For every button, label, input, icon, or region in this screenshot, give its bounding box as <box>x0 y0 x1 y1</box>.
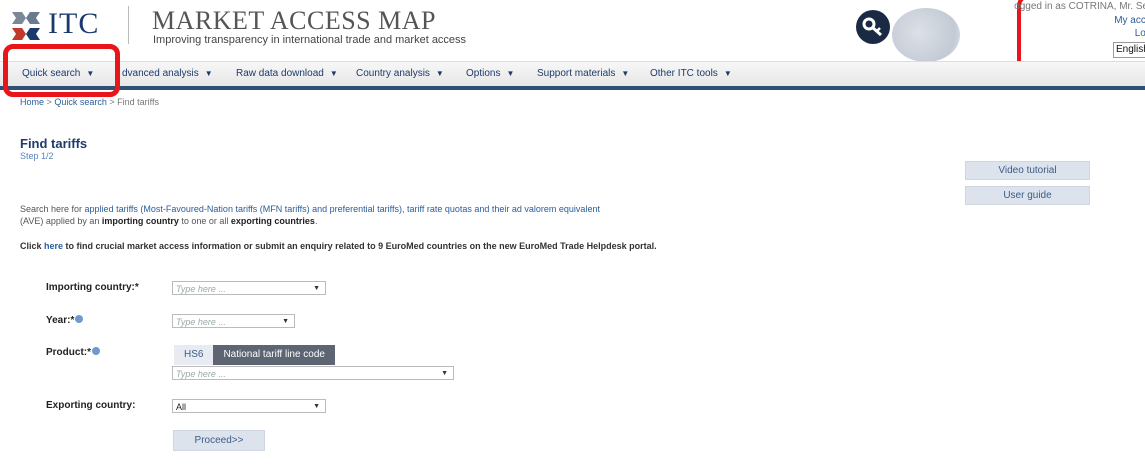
importing-country-label: Importing country:* <box>46 282 139 293</box>
description-text: to one or all <box>178 216 231 226</box>
exporting-country-value: All <box>176 402 187 412</box>
chevron-down-icon: ▼ <box>329 69 338 78</box>
euromed-here-link[interactable]: here <box>44 241 63 251</box>
chevron-down-icon: ▼ <box>506 69 515 78</box>
app-title[interactable]: MARKET ACCESS MAP <box>152 6 436 36</box>
year-placeholder: Type here ... <box>176 317 226 327</box>
itc-logo-text[interactable]: ITC <box>48 7 99 41</box>
nav-country-analysis[interactable]: Country analysis ▼ <box>356 68 444 79</box>
language-select[interactable]: English <box>1113 42 1145 58</box>
nav-divider <box>0 86 1145 90</box>
product-label-text: Product:* <box>46 347 91 358</box>
logout-link[interactable]: Logo <box>1135 28 1145 39</box>
nav-advanced-analysis[interactable]: dvanced analysis ▼ <box>122 68 213 79</box>
nav-support-materials[interactable]: Support materials ▼ <box>537 68 629 79</box>
year-label-text: Year:* <box>46 315 75 326</box>
chevron-down-icon: ▼ <box>723 69 732 78</box>
chevron-down-icon[interactable]: ▼ <box>313 400 320 414</box>
chevron-down-icon: ▼ <box>204 69 213 78</box>
logo-divider <box>128 6 129 44</box>
breadcrumb-current: Find tariffs <box>117 97 159 107</box>
help-icon[interactable] <box>75 315 84 323</box>
nav-raw-data-download[interactable]: Raw data download ▼ <box>236 68 338 79</box>
exporting-country-select[interactable]: All ▼ <box>172 399 326 413</box>
chevron-down-icon[interactable]: ▼ <box>441 367 448 381</box>
page-title: Find tariffs <box>20 136 88 151</box>
step-indicator: Step 1/2 <box>20 151 54 161</box>
description-bold: exporting countries <box>230 216 315 226</box>
breadcrumb-home[interactable]: Home <box>20 97 44 107</box>
key-icon[interactable] <box>856 10 890 44</box>
key-glyph-icon <box>862 17 882 37</box>
importing-country-placeholder: Type here ... <box>176 284 226 294</box>
globe-watermark-icon <box>892 8 960 62</box>
chevron-down-icon: ▼ <box>621 69 630 78</box>
description: Search here for applied tariffs (Most-Fa… <box>20 203 640 227</box>
chevron-down-icon: ▼ <box>435 69 444 78</box>
description-text: (AVE) applied by an <box>20 216 102 226</box>
breadcrumb-quick-search[interactable]: Quick search <box>54 97 107 107</box>
description-text: . <box>314 216 318 226</box>
video-tutorial-button[interactable]: Video tutorial <box>965 161 1090 180</box>
nav-options[interactable]: Options ▼ <box>466 68 514 79</box>
euromed-notice: Click here to find crucial market access… <box>20 241 657 251</box>
breadcrumb-separator: > <box>109 97 115 107</box>
year-label: Year:* <box>46 315 84 326</box>
quick-search-highlight <box>3 44 120 97</box>
chevron-down-icon[interactable]: ▼ <box>282 315 289 329</box>
breadcrumb: Home > Quick search > Find tariffs <box>20 97 159 107</box>
chevron-down-icon[interactable]: ▼ <box>313 282 320 296</box>
hs6-tab[interactable]: HS6 <box>174 345 214 365</box>
exporting-country-label: Exporting country: <box>46 400 136 411</box>
main-nav: Quick search ▼ dvanced analysis ▼ Raw data… <box>0 61 1145 86</box>
logged-in-text: ogged in as COTRINA, Mr. Serg <box>1014 1 1145 12</box>
year-input[interactable]: Type here ... ▼ <box>172 314 295 328</box>
product-label: Product:* <box>46 347 100 358</box>
help-icon[interactable] <box>92 347 100 355</box>
notice-text: to find crucial market access informatio… <box>63 241 657 251</box>
importing-country-input[interactable]: Type here ... ▼ <box>172 281 326 295</box>
description-text: Search here for <box>20 204 85 214</box>
description-bold: importing country <box>101 216 179 226</box>
notice-text: Click <box>20 241 45 251</box>
my-account-link[interactable]: My accou <box>1114 15 1145 26</box>
product-code-toggle: HS6 National tariff line code <box>174 345 335 365</box>
national-tariff-line-tab[interactable]: National tariff line code <box>213 345 335 365</box>
description-highlight: applied tariffs (Most-Favoured-Nation ta… <box>84 204 600 214</box>
product-input[interactable]: Type here ... ▼ <box>172 366 454 380</box>
user-guide-button[interactable]: User guide <box>965 186 1090 205</box>
itc-logo-icon <box>12 12 40 40</box>
product-placeholder: Type here ... <box>176 369 226 379</box>
breadcrumb-separator: > <box>46 97 52 107</box>
app-subtitle: Improving transparency in international … <box>153 34 467 46</box>
proceed-button[interactable]: Proceed>> <box>173 430 265 451</box>
nav-other-itc-tools[interactable]: Other ITC tools ▼ <box>650 68 732 79</box>
